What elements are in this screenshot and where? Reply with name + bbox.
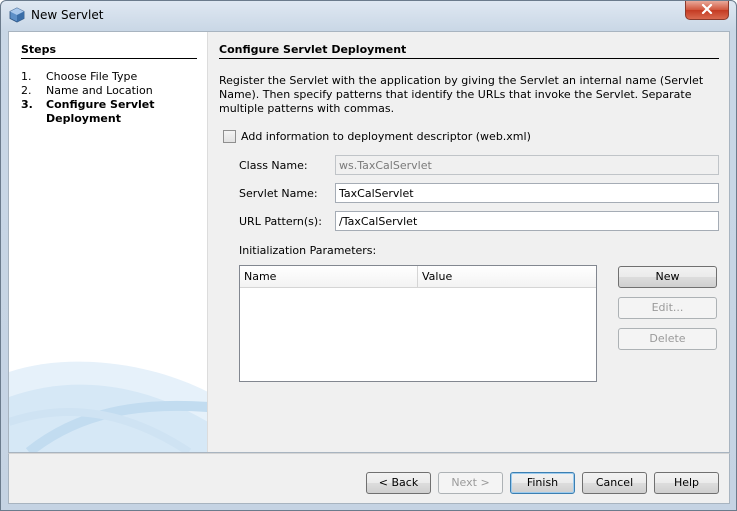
column-header-name[interactable]: Name [240,266,418,288]
window-title: New Servlet [31,8,104,22]
button-bar: < Back Next > Finish Cancel Help [8,453,730,504]
close-button[interactable] [685,1,729,20]
servlet-name-label: Servlet Name: [239,187,318,200]
edit-param-button[interactable]: Edit... [618,297,717,319]
column-header-value[interactable]: Value [418,266,596,288]
dialog-content: Steps 1. Choose File Type 2. Name and Lo… [8,31,730,453]
help-button[interactable]: Help [654,472,719,494]
step-number: 3. [21,98,33,111]
next-button[interactable]: Next > [438,472,503,494]
finish-button[interactable]: Finish [510,472,575,494]
step-label: Choose File Type [46,70,138,83]
step-label: Name and Location [46,84,153,97]
new-param-button[interactable]: New [618,266,717,288]
deployment-descriptor-checkbox[interactable] [223,129,236,143]
panel-divider [219,58,719,59]
netbeans-cube-icon [9,7,25,23]
url-pattern-field[interactable] [335,211,719,231]
init-params-table[interactable]: Name Value [239,265,597,382]
panel-title: Configure Servlet Deployment [219,43,407,56]
class-name-label: Class Name: [239,159,308,172]
panel-description: Register the Servlet with the applicatio… [219,74,704,115]
deployment-descriptor-label[interactable]: Add information to deployment descriptor… [241,130,531,143]
deployment-descriptor-option[interactable]: Add information to deployment descriptor… [223,128,531,144]
delete-param-button[interactable]: Delete [618,328,717,350]
step-number: 2. [21,84,32,97]
url-pattern-label: URL Pattern(s): [239,215,322,228]
step-label: Configure Servlet Deployment [46,98,155,125]
close-icon [701,3,713,17]
step-number: 1. [21,70,32,83]
back-button[interactable]: < Back [366,472,431,494]
steps-panel: Steps 1. Choose File Type 2. Name and Lo… [9,32,208,452]
decorative-swoosh [9,361,207,452]
class-name-field [335,155,719,175]
servlet-name-field[interactable] [335,183,719,203]
init-params-label: Initialization Parameters: [239,244,377,257]
configure-panel: Configure Servlet Deployment Register th… [208,32,729,452]
steps-title: Steps [21,43,57,56]
title-bar[interactable]: New Servlet [1,1,736,31]
cancel-button[interactable]: Cancel [582,472,647,494]
dialog-window: New Servlet Steps 1. Choose File Type 2.… [0,0,737,511]
steps-divider [21,58,197,59]
